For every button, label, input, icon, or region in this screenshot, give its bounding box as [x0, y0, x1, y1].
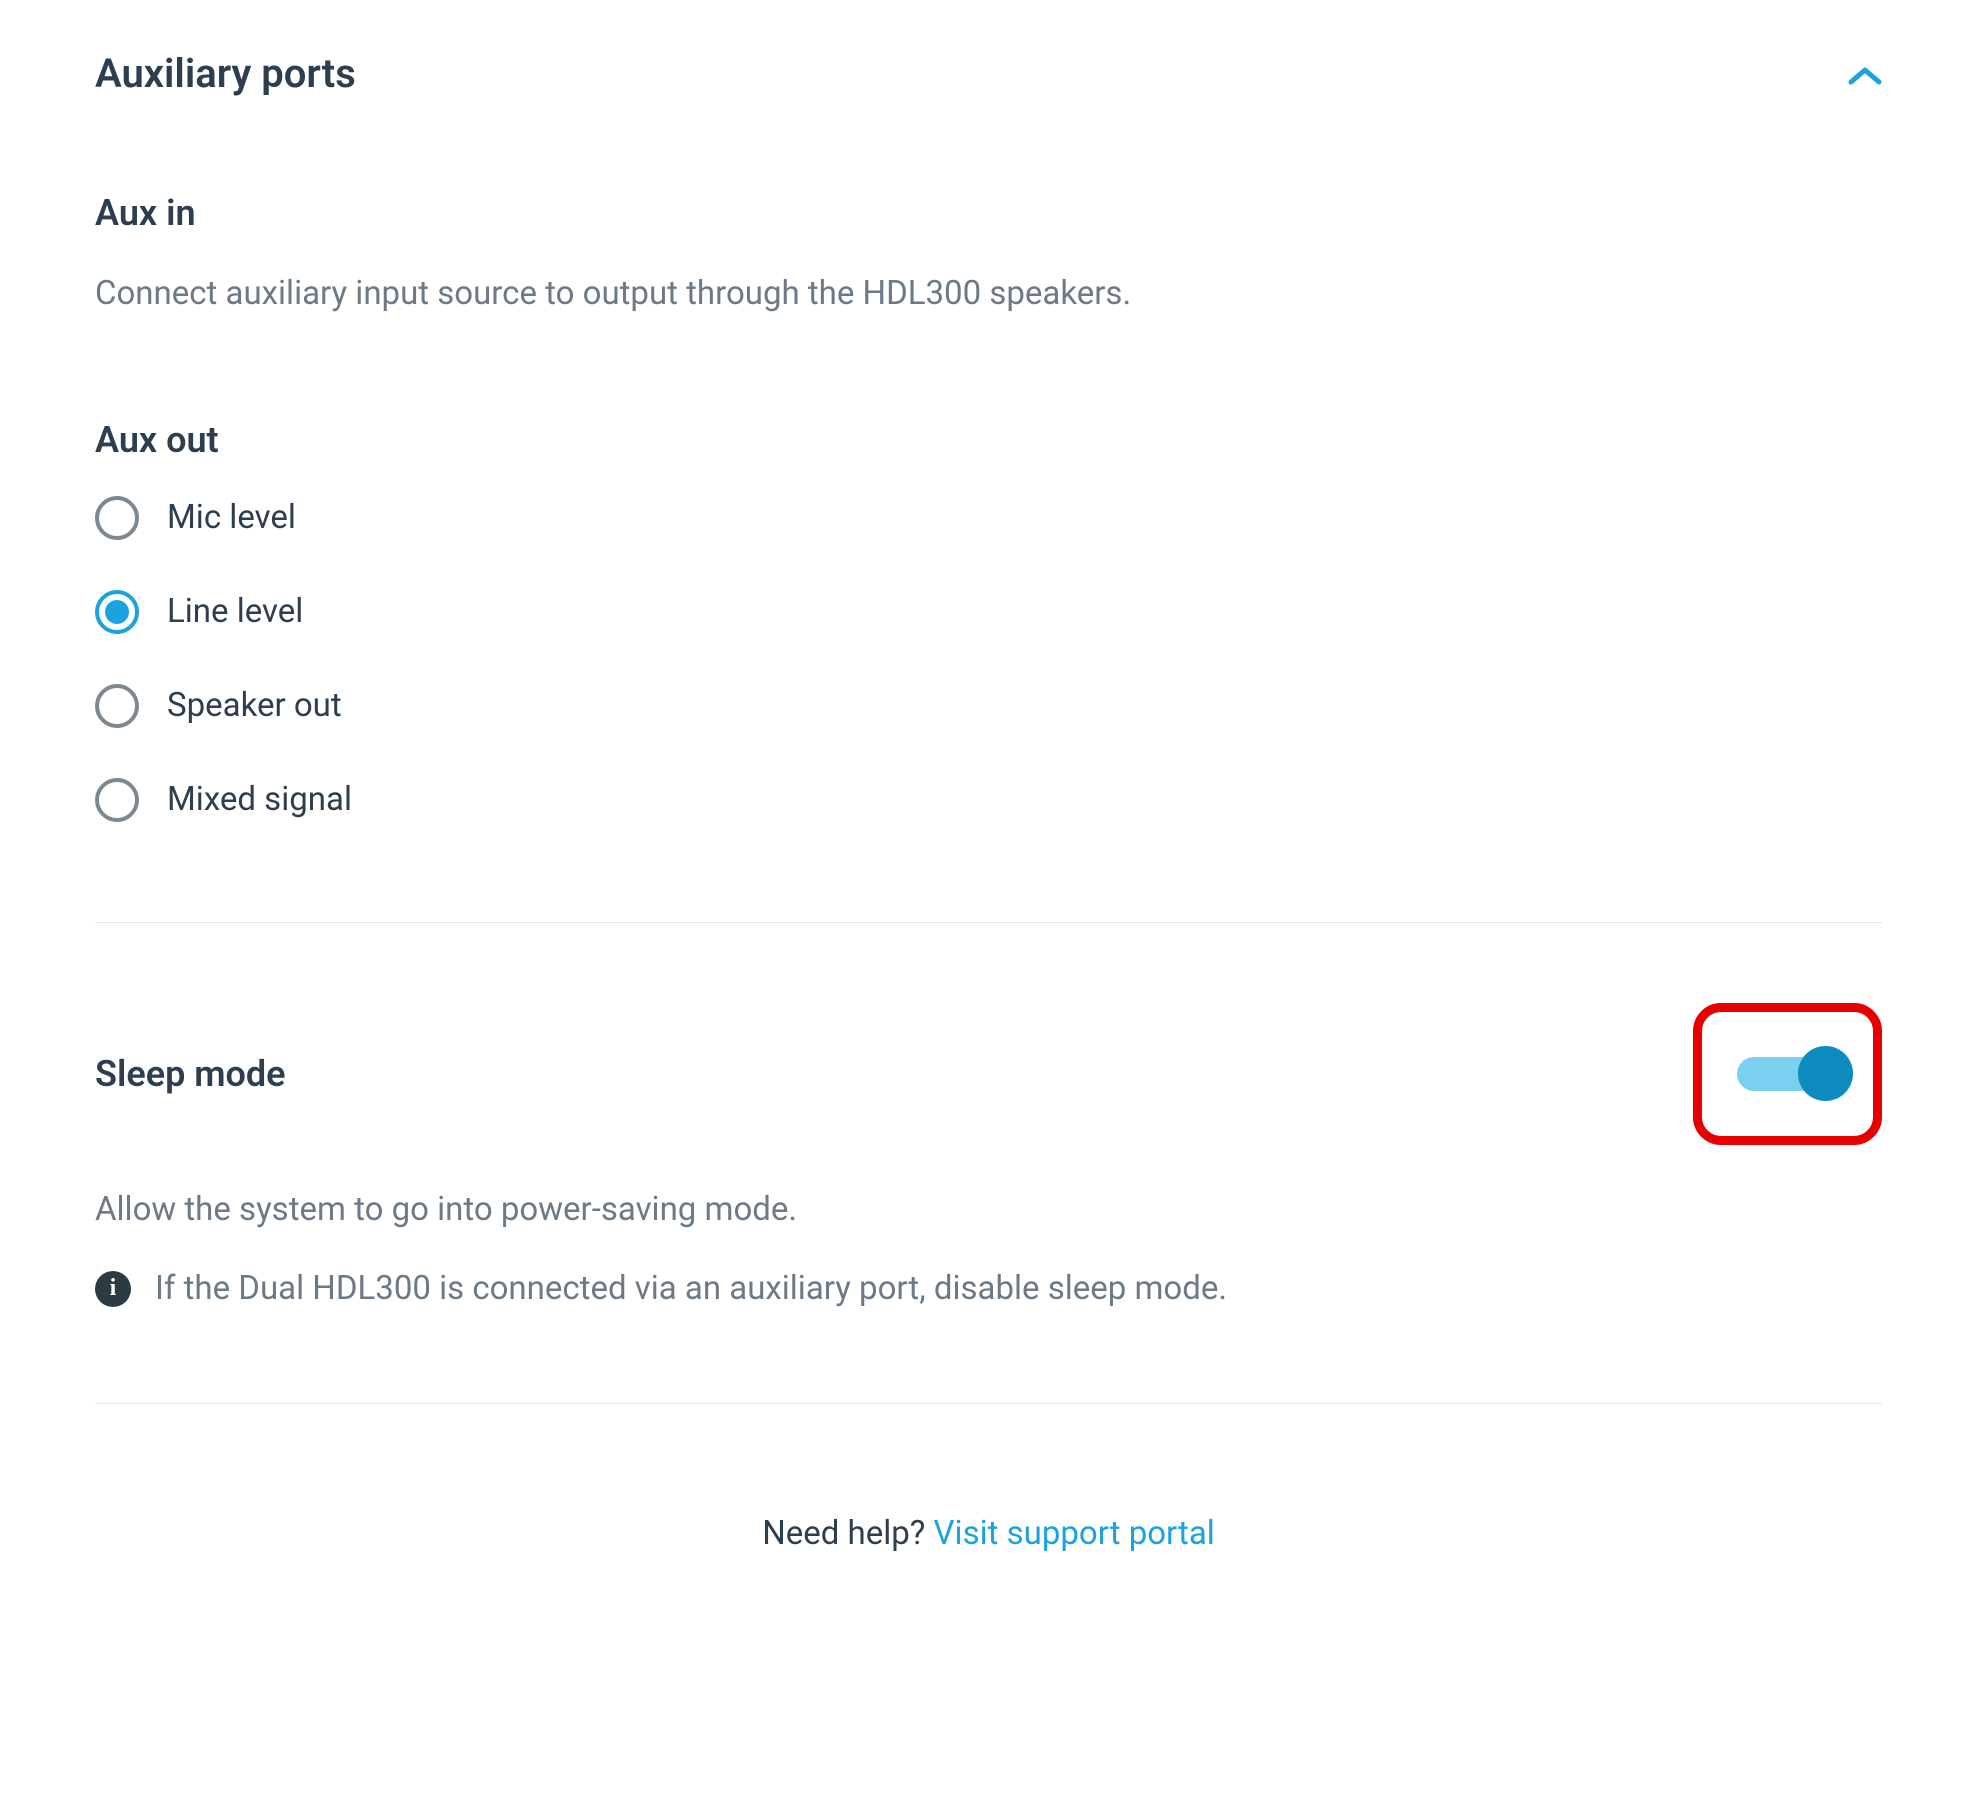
radio-label: Mixed signal: [167, 780, 352, 819]
toggle-knob: [1798, 1046, 1853, 1101]
radio-icon: [95, 496, 139, 540]
sleep-mode-info-text: If the Dual HDL300 is connected via an a…: [155, 1269, 1227, 1308]
radio-icon: [95, 778, 139, 822]
info-icon: i: [95, 1271, 131, 1307]
radio-mic-level[interactable]: Mic level: [95, 496, 1882, 540]
divider: [95, 922, 1882, 923]
radio-line-level[interactable]: Line level: [95, 590, 1882, 634]
radio-icon: [95, 684, 139, 728]
aux-in-title: Aux in: [95, 192, 1882, 234]
sleep-mode-row: Sleep mode: [95, 1003, 1882, 1145]
highlight-annotation: [1693, 1003, 1882, 1145]
sleep-mode-title: Sleep mode: [95, 1053, 286, 1095]
aux-out-section: Aux out Mic level Line level Speaker out…: [95, 419, 1882, 822]
aux-out-radio-group: Mic level Line level Speaker out Mixed s…: [95, 496, 1882, 822]
radio-label: Speaker out: [167, 686, 342, 725]
sleep-mode-desc: Allow the system to go into power-saving…: [95, 1185, 1882, 1235]
divider: [95, 1403, 1882, 1404]
aux-in-section: Aux in Connect auxiliary input source to…: [95, 192, 1882, 319]
aux-in-desc: Connect auxiliary input source to output…: [95, 269, 1882, 319]
help-row: Need help? Visit support portal: [95, 1514, 1882, 1553]
sleep-mode-toggle[interactable]: [1737, 1057, 1845, 1091]
auxiliary-ports-title: Auxiliary ports: [95, 50, 356, 97]
aux-out-title: Aux out: [95, 419, 1882, 461]
support-portal-link[interactable]: Visit support portal: [934, 1514, 1215, 1553]
radio-label: Line level: [167, 592, 303, 631]
radio-mixed-signal[interactable]: Mixed signal: [95, 778, 1882, 822]
help-prefix: Need help?: [762, 1514, 933, 1553]
radio-label: Mic level: [167, 498, 296, 537]
sleep-mode-info-row: i If the Dual HDL300 is connected via an…: [95, 1269, 1882, 1308]
chevron-up-icon[interactable]: [1848, 53, 1882, 95]
radio-icon: [95, 590, 139, 634]
radio-speaker-out[interactable]: Speaker out: [95, 684, 1882, 728]
auxiliary-ports-header[interactable]: Auxiliary ports: [95, 50, 1882, 97]
